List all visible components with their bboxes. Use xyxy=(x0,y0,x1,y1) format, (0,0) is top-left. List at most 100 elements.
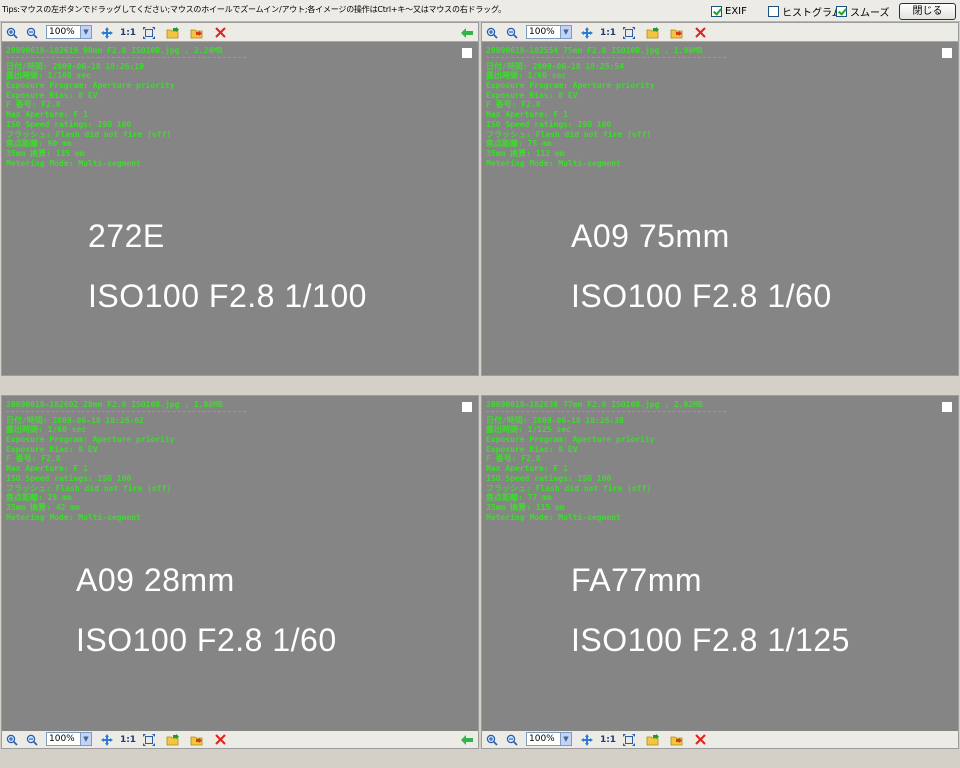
top-bar: Tips:マウスの左ボタンでドラッグしてください;マウスのホイールでズームイン/… xyxy=(0,0,960,22)
back-arrow-icon[interactable] xyxy=(460,25,474,40)
move-icon[interactable] xyxy=(580,25,594,40)
exif-line: Exposure Program: Aperture priority xyxy=(6,81,175,91)
histogram-checkbox-box[interactable] xyxy=(768,5,779,17)
chevron-down-icon[interactable]: ▼ xyxy=(80,26,91,38)
image-pane-3[interactable]: 100% ▼ 1:1 20090618-182602 28mm F2.8 ISO1… xyxy=(1,395,479,749)
close-button[interactable]: 閉じる xyxy=(899,3,956,20)
save-icon[interactable] xyxy=(189,25,205,40)
exif-line: F 番号: F2.8 xyxy=(6,100,61,110)
select-checkbox[interactable] xyxy=(462,402,472,412)
exif-line: Metering Mode: Multi-segment xyxy=(486,512,621,522)
save-icon[interactable] xyxy=(669,25,685,40)
zoom-level-select[interactable]: 100% ▼ xyxy=(46,25,92,39)
zoom-level-select[interactable]: 100% ▼ xyxy=(526,732,572,746)
remove-icon[interactable] xyxy=(693,732,707,747)
fit-window-icon[interactable] xyxy=(622,732,636,747)
exif-separator xyxy=(486,56,726,61)
image-pane-1[interactable]: 100% ▼ 1:1 20090618-182619 90mm F2.8 ISO1… xyxy=(1,22,479,376)
select-checkbox[interactable] xyxy=(942,402,952,412)
save-icon[interactable] xyxy=(669,732,685,747)
chevron-down-icon[interactable]: ▼ xyxy=(560,26,571,38)
exif-filename: 20090618-182554 75mm F2.8 ISO100.jpg , 1… xyxy=(486,46,703,55)
exif-separator xyxy=(6,410,246,415)
fit-window-icon[interactable] xyxy=(622,25,636,40)
smooth-checkbox-label: スムーズ xyxy=(850,7,890,19)
zoom-out-icon[interactable] xyxy=(505,25,519,40)
remove-icon[interactable] xyxy=(693,25,707,40)
exif-line: 日付/時間: 2009-06-18 18:26:19 xyxy=(6,61,144,71)
zoom-in-icon[interactable] xyxy=(5,25,19,40)
remove-icon[interactable] xyxy=(213,25,227,40)
exif-line: 35mm 換算: 112 mm xyxy=(486,148,565,158)
exif-overlay: 20090618-182619 90mm F2.8 ISO100.jpg , 2… xyxy=(6,46,246,168)
exif-line: 露出時間: 1/60 sec xyxy=(486,71,567,81)
zoom-out-icon[interactable] xyxy=(25,732,39,747)
chevron-down-icon[interactable]: ▼ xyxy=(560,733,571,745)
exif-line: フラッシュ: Flash did not fire [off] xyxy=(486,129,652,139)
image-view[interactable]: 20090618-182554 75mm F2.8 ISO100.jpg , 1… xyxy=(482,42,958,375)
smooth-checkbox-box[interactable] xyxy=(836,5,847,17)
exif-line: 露出時間: 1/60 sec xyxy=(6,425,87,435)
open-folder-icon[interactable] xyxy=(165,25,181,40)
caption-line-2: ISO100 F2.8 1/60 xyxy=(76,622,337,658)
exif-line: Metering Mode: Multi-segment xyxy=(6,512,141,522)
actual-size-button[interactable]: 1:1 xyxy=(600,25,616,40)
histogram-checkbox[interactable]: ヒストグラム xyxy=(768,4,842,19)
open-folder-icon[interactable] xyxy=(645,732,661,747)
actual-size-button[interactable]: 1:1 xyxy=(120,732,136,747)
caption-line-1: FA77mm xyxy=(571,562,703,598)
save-icon[interactable] xyxy=(189,732,205,747)
image-view[interactable]: 20090618-182619 90mm F2.8 ISO100.jpg , 2… xyxy=(2,42,478,375)
zoom-level-select[interactable]: 100% ▼ xyxy=(526,25,572,39)
caption-line-1: A09 75mm xyxy=(571,218,730,254)
fit-window-icon[interactable] xyxy=(142,25,156,40)
exif-line: フラッシュ: Flash did not fire [off] xyxy=(486,483,652,493)
exif-line: F 番号: F2.8 xyxy=(486,454,541,464)
zoom-level-select[interactable]: 100% ▼ xyxy=(46,732,92,746)
back-arrow-icon[interactable] xyxy=(460,732,474,747)
fit-window-icon[interactable] xyxy=(142,732,156,747)
exif-checkbox-box[interactable] xyxy=(711,5,722,17)
caption-line-2: ISO100 F2.8 1/60 xyxy=(571,278,832,314)
zoom-out-icon[interactable] xyxy=(505,732,519,747)
caption-line-1: 272E xyxy=(88,218,165,254)
move-icon[interactable] xyxy=(580,732,594,747)
remove-icon[interactable] xyxy=(213,732,227,747)
image-pane-4[interactable]: 100% ▼ 1:1 20090618-182638 77mm F2.8 ISO1… xyxy=(481,395,959,749)
zoom-out-icon[interactable] xyxy=(25,25,39,40)
smooth-checkbox[interactable]: スムーズ xyxy=(836,4,890,19)
move-icon[interactable] xyxy=(100,25,114,40)
caption-line-2: ISO100 F2.8 1/125 xyxy=(571,622,850,658)
exif-line: 日付/時間: 2009-06-18 18:25:54 xyxy=(486,61,624,71)
zoom-in-icon[interactable] xyxy=(5,732,19,747)
exif-line: Exposure Program: Aperture priority xyxy=(486,435,655,445)
exif-overlay: 20090618-182602 28mm F2.8 ISO100.jpg , 1… xyxy=(6,400,246,522)
exif-line: Max Aperture: F 1 xyxy=(6,464,88,474)
exif-line: 焦点距離: 90 mm xyxy=(6,139,72,149)
open-folder-icon[interactable] xyxy=(645,25,661,40)
exif-line: Exposure Program: Aperture priority xyxy=(486,81,655,91)
open-folder-icon[interactable] xyxy=(165,732,181,747)
zoom-in-icon[interactable] xyxy=(485,732,499,747)
exif-line: ISO Speed ratings: ISO 100 xyxy=(486,119,612,129)
zoom-in-icon[interactable] xyxy=(485,25,499,40)
exif-line: 焦点距離: 77 mm xyxy=(486,493,552,503)
select-checkbox[interactable] xyxy=(942,48,952,58)
exif-line: Max Aperture: F 1 xyxy=(486,464,568,474)
move-icon[interactable] xyxy=(100,732,114,747)
actual-size-button[interactable]: 1:1 xyxy=(120,25,136,40)
exif-line: Exposure Bias: 0 EV xyxy=(6,444,98,454)
select-checkbox[interactable] xyxy=(462,48,472,58)
chevron-down-icon[interactable]: ▼ xyxy=(80,733,91,745)
image-pane-2[interactable]: 100% ▼ 1:1 20090618-182554 75mm F2.8 ISO1… xyxy=(481,22,959,376)
image-view[interactable]: 20090618-182602 28mm F2.8 ISO100.jpg , 1… xyxy=(2,396,478,731)
image-view[interactable]: 20090618-182638 77mm F2.8 ISO100.jpg , 2… xyxy=(482,396,958,731)
exif-checkbox[interactable]: EXIF xyxy=(711,4,747,18)
exif-separator xyxy=(486,410,726,415)
actual-size-button[interactable]: 1:1 xyxy=(600,732,616,747)
exif-line: 35mm 換算: 135 mm xyxy=(6,148,85,158)
exif-separator xyxy=(6,56,246,61)
pane-toolbar: 100% ▼ 1:1 xyxy=(482,729,958,748)
caption-line-1: A09 28mm xyxy=(76,562,235,598)
exif-line: 35mm 換算: 115 mm xyxy=(486,502,565,512)
